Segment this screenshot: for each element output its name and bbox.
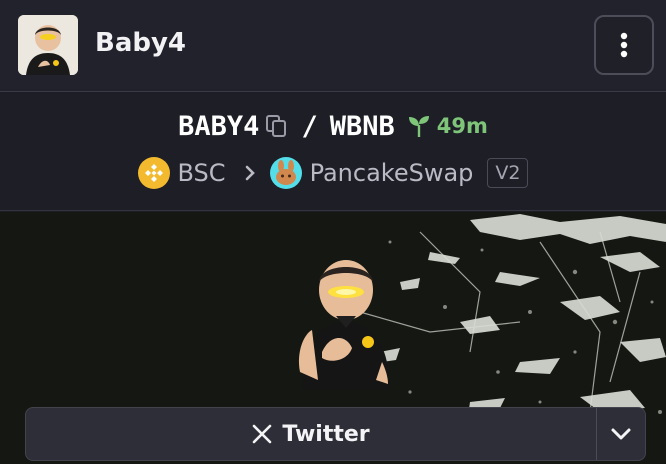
pair-age: 49m xyxy=(407,114,488,138)
pair-separator: / xyxy=(301,110,318,142)
baby-avatar-icon xyxy=(18,15,78,75)
chevron-down-icon xyxy=(611,428,631,440)
dex-name[interactable]: PancakeSwap xyxy=(310,159,474,187)
pair-info: BABY4 / WBNB 49m BSC PancakeSwap V2 xyxy=(0,93,666,211)
more-options-button[interactable] xyxy=(594,15,654,75)
more-links-toggle[interactable] xyxy=(597,408,645,460)
twitter-label: Twitter xyxy=(282,421,370,447)
token-avatar xyxy=(18,15,78,75)
network-name[interactable]: BSC xyxy=(178,159,226,187)
copy-icon[interactable] xyxy=(265,114,287,138)
seedling-icon xyxy=(408,116,429,137)
chevron-right-icon xyxy=(245,165,255,181)
chain-line: BSC PancakeSwap V2 xyxy=(0,155,666,191)
pair-line: BABY4 / WBNB 49m xyxy=(0,110,666,142)
quote-symbol: WBNB xyxy=(329,110,395,142)
age-text: 49m xyxy=(436,114,488,138)
dex-version-badge: V2 xyxy=(487,158,529,188)
pancakeswap-bunny-icon xyxy=(269,157,302,189)
token-name: Baby4 xyxy=(95,28,187,58)
social-links-bar: Twitter xyxy=(25,407,646,461)
kebab-menu-icon xyxy=(620,32,628,58)
token-header: Baby4 xyxy=(0,0,666,92)
x-logo-icon xyxy=(253,424,272,444)
bnb-chain-icon xyxy=(137,157,170,189)
twitter-button[interactable]: Twitter xyxy=(26,408,597,460)
base-symbol: BABY4 xyxy=(178,110,260,142)
